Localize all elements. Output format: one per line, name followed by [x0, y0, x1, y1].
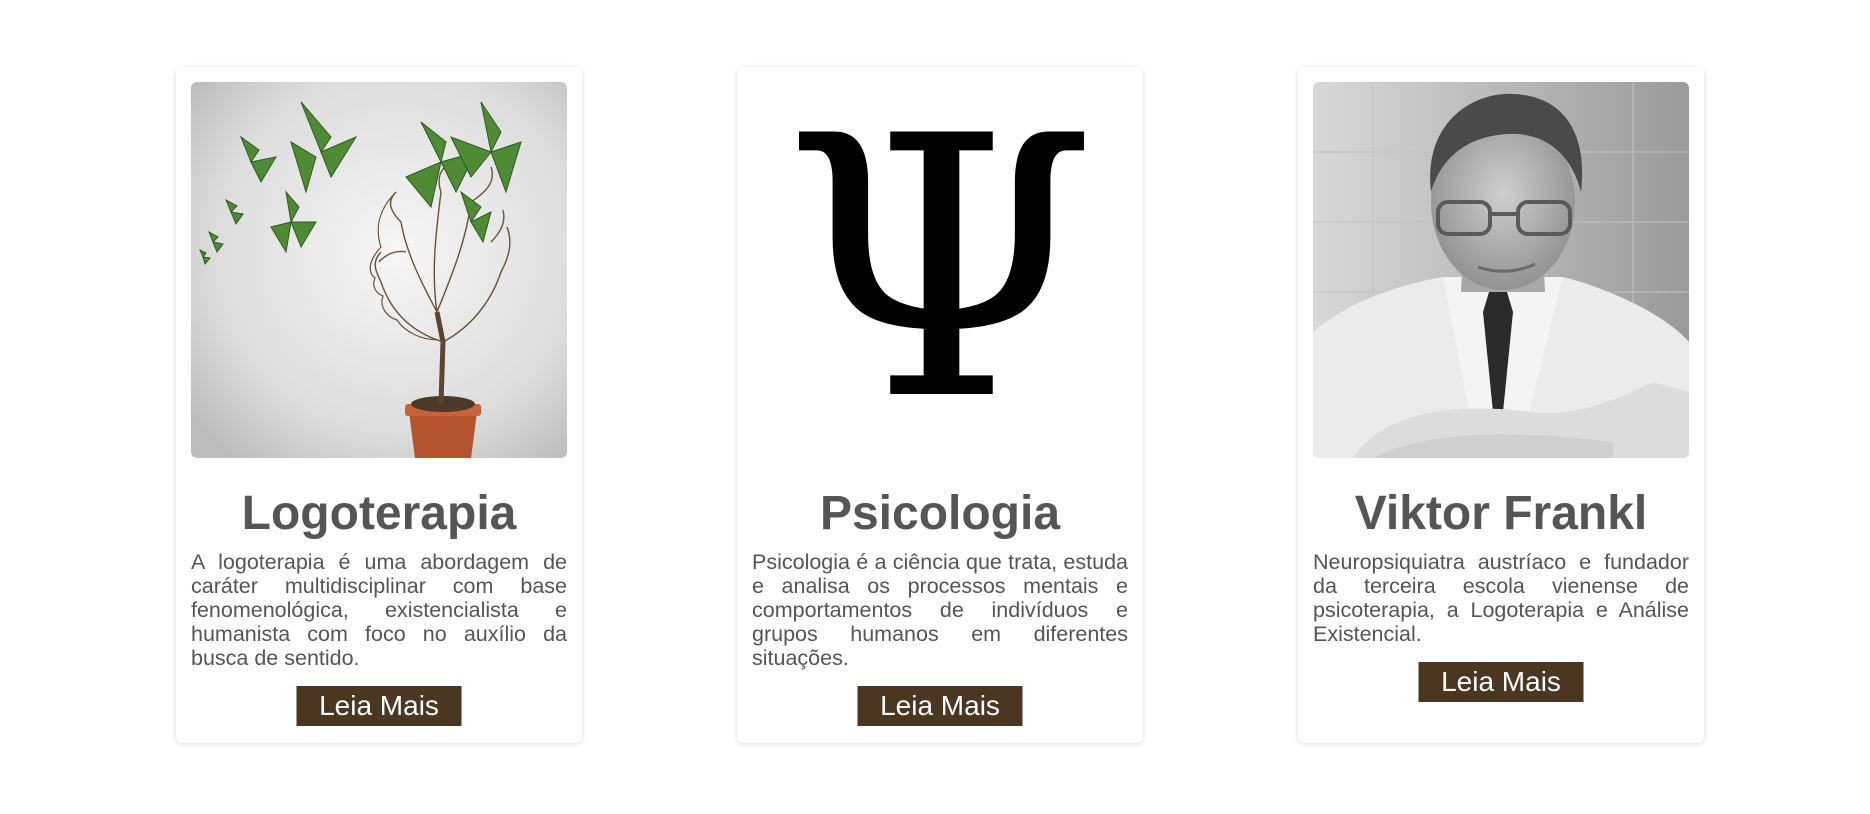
viktor-frankl-photo: [1313, 82, 1689, 458]
card-logoterapia: Logoterapia A logoterapia é uma abordage…: [176, 67, 582, 743]
logoterapia-image: [191, 82, 567, 458]
read-more-button[interactable]: Leia Mais: [857, 686, 1023, 726]
psi-icon: Ψ: [782, 82, 1098, 458]
read-more-button[interactable]: Leia Mais: [296, 686, 462, 726]
card-psicologia: Ψ Psicologia Psicologia é a ciência que …: [737, 67, 1143, 743]
card-description: Psicologia é a ciência que trata, estuda…: [752, 550, 1128, 670]
read-more-button[interactable]: Leia Mais: [1418, 662, 1584, 702]
card-viktor-frankl: Viktor Frankl Neuropsiquiatra austríaco …: [1298, 67, 1704, 743]
psi-symbol-image: Ψ: [752, 82, 1128, 458]
card-title: Viktor Frankl: [1354, 487, 1648, 540]
card-title: Logoterapia: [241, 487, 517, 540]
card-title: Psicologia: [819, 487, 1061, 540]
card-description: Neuropsiquiatra austríaco e fundador da …: [1313, 550, 1689, 646]
page: Logoterapia A logoterapia é uma abordage…: [0, 0, 1870, 814]
card-description: A logoterapia é uma abordagem de caráter…: [191, 550, 567, 670]
